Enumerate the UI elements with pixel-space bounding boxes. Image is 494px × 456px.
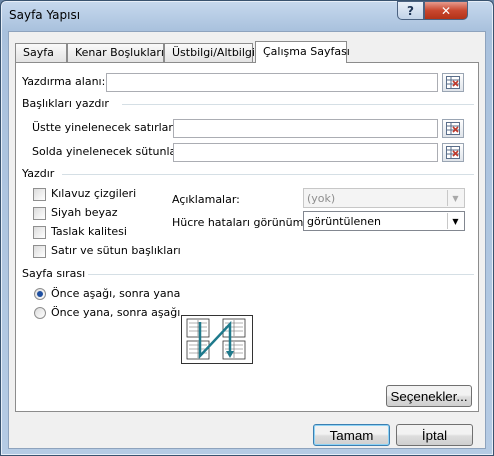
comments-value: (yok): [307, 192, 336, 205]
print-area-label: Yazdırma alanı:: [22, 75, 106, 88]
tab-ustbilgi-altbilgi[interactable]: Üstbilgi/Altbilgi: [164, 43, 255, 62]
page-setup-dialog: Sayfa Yapısı ? ✕ Sayfa Kenar Boşlukları …: [0, 0, 494, 456]
print-titles-separator: [122, 104, 474, 105]
radio-selected-dot: [37, 291, 43, 297]
over-then-down-label[interactable]: Önce yana, sonra aşağı: [51, 306, 180, 319]
gridlines-checkbox[interactable]: [33, 188, 46, 201]
range-select-icon: [446, 122, 460, 135]
close-button[interactable]: ✕: [424, 1, 468, 20]
worksheet-panel: Yazdırma alanı: Başlıkları yazdır Üstte …: [15, 62, 479, 412]
down-then-over-radio[interactable]: [34, 288, 46, 300]
row-col-headings-checkbox[interactable]: [33, 245, 46, 258]
ok-button[interactable]: Tamam: [313, 424, 390, 446]
cell-errors-label: Hücre hataları görünümü:: [172, 216, 315, 229]
options-button[interactable]: Seçenekler...: [386, 385, 472, 407]
tab-kenar-bosluklari[interactable]: Kenar Boşlukları: [67, 43, 164, 62]
black-white-checkbox[interactable]: [33, 207, 46, 220]
rows-to-repeat-input[interactable]: [173, 119, 438, 138]
cols-to-repeat-label: Solda yinelenecek sütunlar:: [32, 145, 185, 158]
print-area-range-button[interactable]: [442, 73, 464, 92]
window-title: Sayfa Yapısı: [9, 8, 81, 22]
print-titles-section-label: Başlıkları yazdır: [22, 97, 109, 110]
draft-quality-checkbox[interactable]: [33, 226, 46, 239]
tab-calisma-sayfasi[interactable]: Çalışma Sayfası: [255, 41, 350, 63]
cols-range-button[interactable]: [442, 143, 464, 162]
cols-to-repeat-input[interactable]: [173, 143, 438, 162]
tab-sayfa[interactable]: Sayfa: [15, 43, 67, 62]
print-area-input[interactable]: [106, 73, 438, 92]
print-section-label: Yazdır: [22, 167, 55, 180]
rows-range-button[interactable]: [442, 119, 464, 138]
cell-errors-value: görüntülenen: [307, 215, 381, 228]
range-select-icon: [446, 76, 460, 89]
black-white-label[interactable]: Siyah beyaz: [51, 206, 118, 219]
chevron-down-icon: ▼: [447, 190, 463, 206]
help-button[interactable]: ?: [397, 1, 424, 20]
page-order-diagram: [181, 315, 253, 364]
range-select-icon: [446, 146, 460, 159]
over-then-down-radio[interactable]: [34, 307, 46, 319]
cell-errors-select[interactable]: görüntülenen ▼: [303, 211, 465, 231]
row-col-headings-label[interactable]: Satır ve sütun başlıkları: [51, 244, 181, 257]
gridlines-label[interactable]: Kılavuz çizgileri: [51, 187, 136, 200]
comments-label: Açıklamalar:: [172, 193, 240, 206]
chevron-down-icon[interactable]: ▼: [447, 213, 463, 229]
cancel-button[interactable]: İptal: [396, 424, 473, 446]
dialog-body: Sayfa Kenar Boşlukları Üstbilgi/Altbilgi…: [8, 31, 486, 449]
page-order-diagram-icon: [186, 318, 246, 360]
comments-select: (yok) ▼: [303, 188, 465, 208]
page-order-separator: [88, 274, 474, 275]
down-then-over-label[interactable]: Önce aşağı, sonra yana: [51, 287, 180, 300]
title-bar[interactable]: Sayfa Yapısı ? ✕: [1, 1, 493, 31]
page-order-section-label: Sayfa sırası: [22, 267, 86, 280]
print-section-separator: [62, 174, 474, 175]
rows-to-repeat-label: Üstte yinelenecek satırlar:: [32, 121, 177, 134]
draft-quality-label[interactable]: Taslak kalitesi: [51, 225, 127, 238]
